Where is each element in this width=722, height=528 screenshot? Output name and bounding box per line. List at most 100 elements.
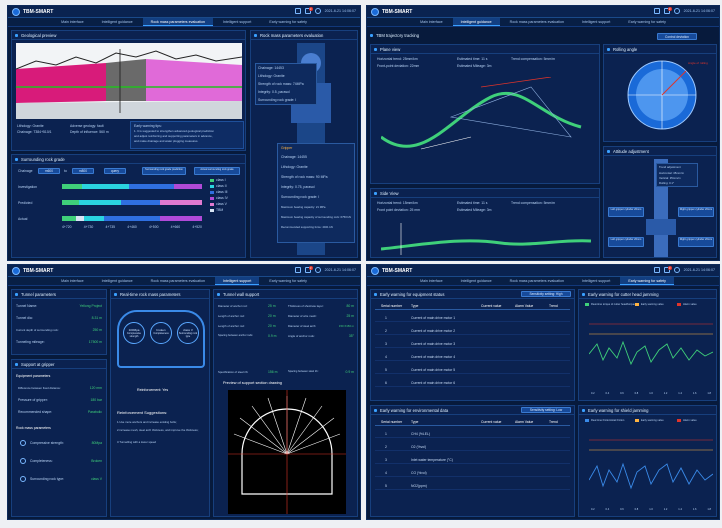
plane-stat: Front-point deviation: 22mm [377,64,420,68]
legend-item: class V [216,202,227,206]
table-row[interactable]: 2 Current of main drive motor 2 [375,327,570,335]
row-index: 3 [385,458,387,462]
tab-rock-mass[interactable]: Rock mass parameters evaluation [142,18,213,26]
actual-grade-button[interactable]: Actual surrounding rock grade [194,167,240,175]
notification-badge: 3 [308,266,313,270]
monitor-icon[interactable] [653,267,660,273]
tab-rock-mass[interactable]: Rock mass parameters evaluation [502,277,572,285]
bell-icon[interactable]: 3 [663,266,672,273]
gauge-label: Compressive strength [127,332,141,338]
legend-item: Alarm value [683,419,697,423]
early-warning-screen: TBM-SMART 3 2021-6-21 14:06:07 Main inte… [366,264,720,520]
tab-main-interface[interactable]: Main interface [412,277,451,285]
row-index: 1 [385,316,387,320]
tick-label: 4+730 [83,225,94,229]
gripper-line: Maximum bearing capacity of surrounding … [281,215,351,219]
tab-main-interface[interactable]: Main interface [412,18,451,26]
monitor-icon[interactable] [653,8,660,14]
tab-rock-mass[interactable]: Rock mass parameters evaluation [143,277,213,285]
plane-stat: Horizontal trend: 25mm/km [377,57,418,61]
row-index: 2 [385,329,387,333]
panel-title: Attitude adjustment [604,147,716,156]
rock-card-line: Chainage: 14453 [258,66,284,70]
col-header: Type [411,420,419,424]
tab-main-interface[interactable]: Main interface [53,18,92,26]
tab-early-warning[interactable]: Early warning for safety [620,277,674,285]
environment-sensitivity-select[interactable]: Sensitivity setting: Low [521,407,571,413]
settings-icon[interactable] [314,267,321,273]
datetime: 2021-6-21 14:06:07 [324,9,356,13]
table-row[interactable]: 1 CH4 (%LEL) [375,430,570,438]
environment-header: Serial number Type Current value Alarm Valu… [375,418,570,426]
strength-icon [20,440,26,446]
control-deviation-button[interactable]: Control deviation [657,33,697,40]
tab-early-warning[interactable]: Early warning for safety [261,277,315,285]
chainage-to-input[interactable]: m800 [72,168,94,174]
tick-label: 4+460 [127,225,137,229]
table-row[interactable]: 4 Current of main drive motor 4 [375,353,570,361]
panel-title: Real-time rock mass parameters [111,290,209,299]
param-value: 180 bar [90,398,103,402]
tab-main-interface[interactable]: Main interface [53,277,92,285]
param-label: Diameter of anchor rod: [218,304,248,308]
side-stat: Estimated time: 11 s [457,201,488,205]
table-row[interactable]: 5 NO2(ppm) [375,482,570,490]
left-gripper-cylinder[interactable]: Left gripper cylinder 20mm [608,237,644,247]
table-row[interactable]: 4 CO (%vol) [375,469,570,477]
grade-prediction-button[interactable]: Surrounding rock grade prediction [142,167,186,175]
tab-intelligent-guidance[interactable]: Intelligent guidance [453,277,500,285]
shield-jamming-panel: Early warning for shield jamming Real ti… [578,405,717,517]
monitor-icon[interactable] [294,8,301,14]
tab-intelligent-support[interactable]: Intelligent support [574,18,618,26]
bell-icon[interactable]: 3 [663,7,672,14]
gauge-label: Completeness [153,332,169,335]
table-row[interactable]: 1 Current of main drive motor 1 [375,314,570,322]
tab-intelligent-guidance[interactable]: Intelligent guidance [94,18,141,26]
investigation-bar [62,184,202,189]
tab-intelligent-support[interactable]: Intelligent support [574,277,618,285]
tab-intelligent-guidance[interactable]: Intelligent guidance [452,18,500,26]
notification-badge: 3 [667,7,672,11]
row-type: NO2(ppm) [411,484,427,488]
bell-icon[interactable]: 3 [304,7,313,14]
row-type: Current of main drive motor 6 [411,381,456,385]
panel-title: Surrounding rock grade [12,155,245,164]
query-button[interactable]: query [104,168,126,174]
bell-icon[interactable]: 3 [304,266,313,273]
settings-icon[interactable] [314,8,321,14]
col-header: Current value [481,420,502,424]
gripper-line: Lithology: Granite [281,165,308,169]
tab-intelligent-support[interactable]: Intelligent support [214,277,260,285]
shield-x-ticks: 0.2 0.4 0.6 0.8 1.0 1.2 1.4 1.6 1.8 [591,508,711,511]
col-header: Alarm Value [515,420,534,424]
table-row[interactable]: 2 O2 (%vol) [375,443,570,451]
tab-early-warning[interactable]: Early warning for safety [620,18,674,26]
tab-intelligent-support[interactable]: Intelligent support [215,18,259,26]
equipment-sensitivity-select[interactable]: Sensitivity setting: High [521,291,571,297]
param-label: Tunnel Name: [16,304,38,308]
right-gripper-cylinder[interactable]: Right gripper cylinder 20mm [678,207,714,217]
table-row[interactable]: 3 Current of main drive motor 3 [375,340,570,348]
x-tick: 1.2 [663,392,668,395]
param-value: 80Mpa [91,441,102,445]
rock-mass-evaluation-screen: TBM-SMART 3 2021-6-21 14:06:07 Main inte… [7,5,361,261]
side-stat: Front point deviation: 25 mm [377,208,420,212]
drawing-title: Preview of support section drawing [223,381,282,385]
table-row[interactable]: 3 Inlet water temperature (°C) [375,456,570,464]
row-investigation: Investigation [18,185,38,189]
x-tick: 1.2 [663,508,668,511]
settings-icon[interactable] [673,267,680,273]
settings-icon[interactable] [673,8,680,14]
right-gripper-cylinder[interactable]: Right gripper cylinder 20mm [678,237,714,247]
left-gripper-cylinder[interactable]: Left gripper cylinder 20mm [608,207,644,217]
chainage-from-input[interactable]: m600 [38,168,60,174]
tab-intelligent-guidance[interactable]: Intelligent guidance [94,277,141,285]
tab-rock-mass[interactable]: Rock mass parameters evaluation [502,18,572,26]
geology-profile [16,43,242,119]
monitor-icon[interactable] [294,267,301,273]
table-row[interactable]: 5 Current of main drive motor 5 [375,366,570,374]
tab-early-warning[interactable]: Early warning for safety [261,18,315,26]
table-row[interactable]: 6 Current of main drive motor 6 [375,379,570,387]
datetime: 2021-6-21 14:06:07 [683,268,715,272]
param-value: 0.9 m [268,334,277,338]
